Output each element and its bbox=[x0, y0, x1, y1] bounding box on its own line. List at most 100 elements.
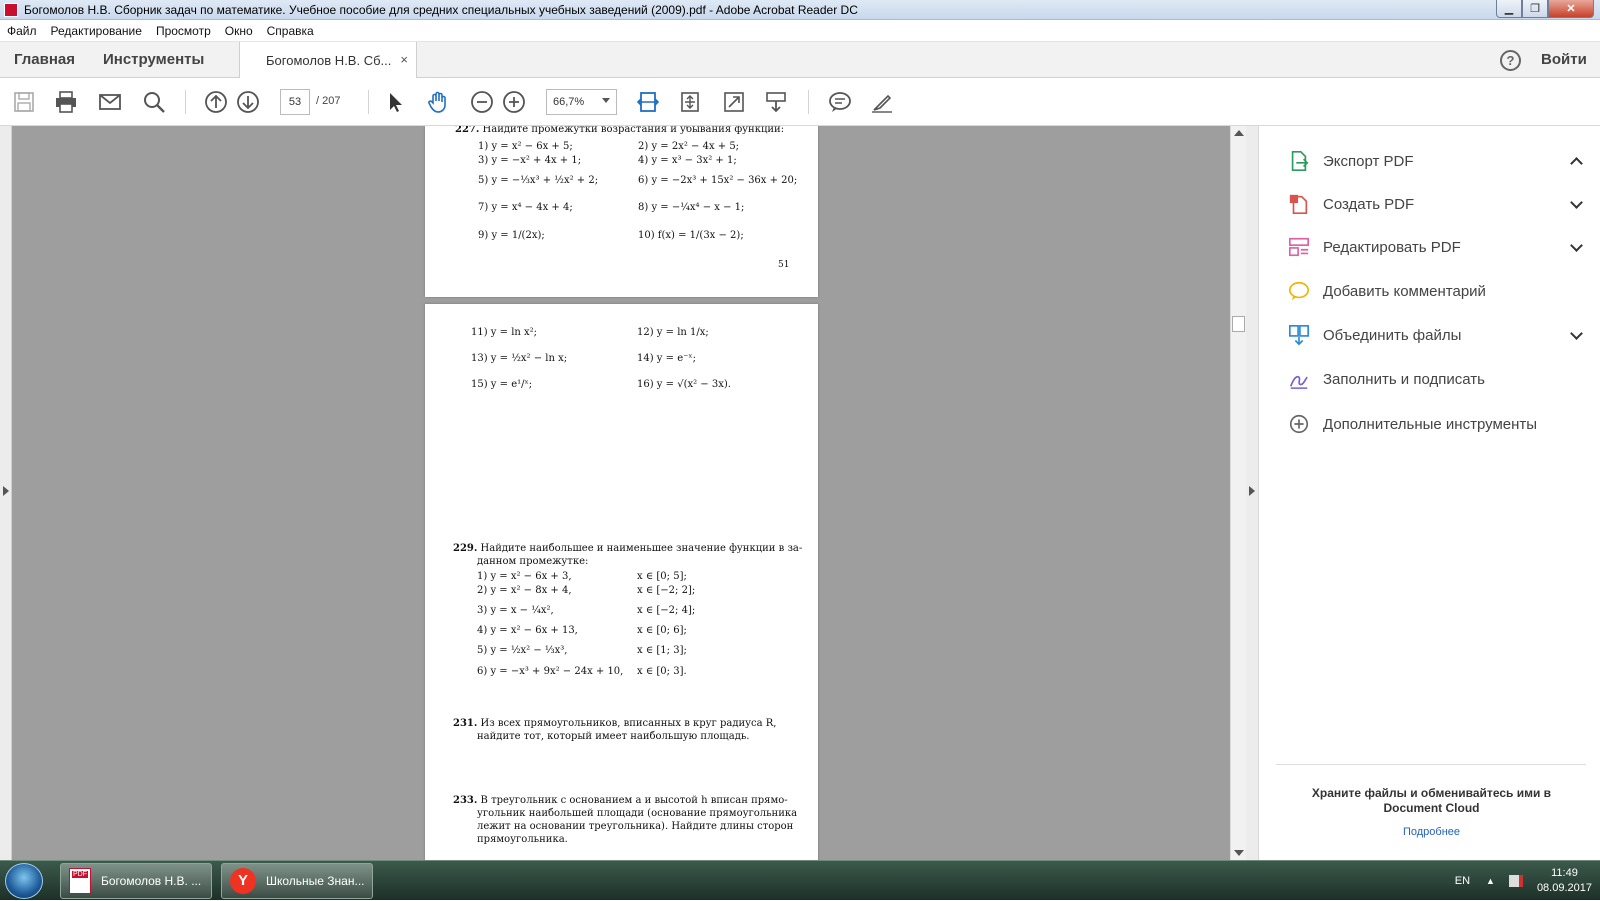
tab-tools[interactable]: Инструменты bbox=[103, 51, 204, 68]
formula-line: 16) y = √(x² − 3x). bbox=[637, 379, 731, 390]
yandex-browser-icon: Y bbox=[230, 868, 256, 894]
expand-arrow-icon bbox=[3, 486, 9, 496]
tool-create-pdf[interactable]: Создать PDF bbox=[1287, 189, 1587, 219]
edit-pdf-icon bbox=[1287, 235, 1311, 259]
menu-file[interactable]: Файл bbox=[0, 24, 44, 38]
chevron-down-icon bbox=[602, 98, 610, 103]
menu-help[interactable]: Справка bbox=[260, 24, 321, 38]
close-tab-icon[interactable]: × bbox=[400, 52, 408, 67]
scroll-down-icon[interactable] bbox=[1234, 850, 1244, 856]
network-icon[interactable] bbox=[1508, 875, 1523, 887]
chevron-down-icon[interactable] bbox=[1570, 327, 1583, 340]
formula-line: 6) y = −2x³ + 15x² − 36x + 20; bbox=[638, 175, 798, 186]
document-view[interactable]: 227. Найдите промежутки возрастания и уб… bbox=[0, 126, 1232, 860]
help-icon[interactable]: ? bbox=[1500, 50, 1521, 71]
chevron-down-icon[interactable] bbox=[1570, 239, 1583, 252]
menu-view[interactable]: Просмотр bbox=[149, 24, 218, 38]
tool-combine-files[interactable]: Объединить файлы bbox=[1287, 320, 1587, 350]
tab-bar: Главная Инструменты Богомолов Н.В. Сб...… bbox=[0, 42, 1600, 79]
prev-page-icon[interactable] bbox=[202, 88, 230, 116]
system-tray: EN ▲ 11:49 08.09.2017 bbox=[1455, 861, 1592, 901]
highlight-pen-icon[interactable] bbox=[868, 88, 896, 116]
windows-taskbar: PDF Богомолов Н.В. ... Y Школьные Знан..… bbox=[0, 860, 1600, 900]
interval-line: x ∈ [−2; 4]; bbox=[637, 605, 696, 616]
create-pdf-icon bbox=[1287, 192, 1311, 216]
left-panel-toggle[interactable] bbox=[0, 126, 12, 860]
scroll-up-icon[interactable] bbox=[1234, 130, 1244, 136]
scroll-mode-icon[interactable] bbox=[762, 88, 790, 116]
chevron-down-icon[interactable] bbox=[1570, 196, 1583, 209]
menu-edit[interactable]: Редактирование bbox=[44, 24, 149, 38]
formula-line: 3) y = −x² + 4x + 1; bbox=[478, 155, 582, 166]
problem-text: Из всех прямоугольников, вписанных в кру… bbox=[480, 718, 777, 729]
hand-tool-icon[interactable] bbox=[424, 88, 452, 116]
tray-expand-icon[interactable]: ▲ bbox=[1486, 876, 1495, 886]
problem-text: прямоугольника. bbox=[477, 834, 568, 845]
tool-label: Создать PDF bbox=[1323, 195, 1415, 213]
tools-pane: Экспорт PDF Создать PDF Редактировать PD… bbox=[1258, 126, 1600, 860]
full-screen-icon[interactable] bbox=[720, 88, 748, 116]
interval-line: x ∈ [0; 6]; bbox=[637, 625, 687, 636]
minimize-button[interactable]: ▁ bbox=[1496, 0, 1522, 18]
fit-page-icon[interactable] bbox=[676, 88, 704, 116]
learn-more-link[interactable]: Подробнее bbox=[1289, 826, 1574, 838]
next-page-icon[interactable] bbox=[234, 88, 262, 116]
taskbar-item-browser[interactable]: Y Школьные Знан... bbox=[221, 863, 373, 899]
toolbar-separator bbox=[368, 90, 369, 114]
formula-line: 5) y = ½x² − ⅓x³, bbox=[477, 645, 568, 656]
tool-more-tools[interactable]: Дополнительные инструменты bbox=[1287, 409, 1587, 439]
tool-label: Заполнить и подписать bbox=[1323, 370, 1485, 388]
scroll-thumb[interactable] bbox=[1232, 316, 1245, 332]
collapse-arrow-icon bbox=[1249, 486, 1255, 496]
formula-line: 13) y = ½x² − ln x; bbox=[471, 353, 568, 364]
toolbar-separator bbox=[808, 90, 809, 114]
problem-text: данном промежутке: bbox=[477, 556, 589, 567]
vertical-scrollbar[interactable] bbox=[1230, 126, 1246, 860]
problem-text: угольник наибольшей площади (основание п… bbox=[477, 808, 798, 819]
maximize-button[interactable]: ❐ bbox=[1522, 0, 1548, 18]
zoom-in-icon[interactable] bbox=[500, 88, 528, 116]
signin-button[interactable]: Войти bbox=[1541, 51, 1587, 68]
formula-line: 2) y = 2x² − 4x + 5; bbox=[638, 141, 740, 152]
tab-document[interactable]: Богомолов Н.В. Сб... × bbox=[239, 42, 417, 79]
chevron-up-icon[interactable] bbox=[1570, 157, 1583, 170]
language-indicator[interactable]: EN bbox=[1455, 875, 1470, 887]
comment-icon[interactable] bbox=[826, 88, 854, 116]
search-icon[interactable] bbox=[140, 88, 168, 116]
formula-line: 4) y = x³ − 3x² + 1; bbox=[638, 155, 737, 166]
print-icon[interactable] bbox=[52, 88, 80, 116]
tool-fill-sign[interactable]: Заполнить и подписать bbox=[1287, 364, 1587, 394]
tab-home[interactable]: Главная bbox=[14, 51, 75, 68]
formula-line: 1) y = x² − 6x + 3, bbox=[477, 571, 572, 582]
select-tool-icon[interactable] bbox=[382, 88, 410, 116]
formula-line: 5) y = −⅓x³ + ½x² + 2; bbox=[478, 175, 599, 186]
formula-line: 10) f(x) = 1/(3x − 2); bbox=[638, 230, 744, 241]
tool-export-pdf[interactable]: Экспорт PDF bbox=[1287, 146, 1587, 176]
tab-document-label: Богомолов Н.В. Сб... bbox=[266, 53, 392, 68]
tool-edit-pdf[interactable]: Редактировать PDF bbox=[1287, 232, 1587, 262]
zoom-select[interactable]: 66,7% bbox=[546, 89, 617, 115]
formula-line: 12) y = ln 1/x; bbox=[637, 327, 709, 338]
more-tools-icon bbox=[1287, 412, 1311, 436]
fit-width-icon[interactable] bbox=[634, 88, 662, 116]
tool-label: Дополнительные инструменты bbox=[1323, 415, 1538, 433]
tool-add-comment[interactable]: Добавить комментарий bbox=[1287, 276, 1587, 306]
formula-line: 7) y = x⁴ − 4x + 4; bbox=[478, 202, 573, 213]
close-window-button[interactable]: ✕ bbox=[1548, 0, 1594, 18]
problem-text: лежит на основании треугольника). Найдит… bbox=[477, 821, 794, 832]
clock[interactable]: 11:49 08.09.2017 bbox=[1537, 866, 1592, 896]
save-icon[interactable] bbox=[10, 88, 38, 116]
taskbar-item-acrobat[interactable]: PDF Богомолов Н.В. ... bbox=[60, 863, 212, 899]
panel-divider bbox=[1276, 764, 1586, 765]
menu-window[interactable]: Окно bbox=[218, 24, 260, 38]
zoom-out-icon[interactable] bbox=[468, 88, 496, 116]
formula-line: 2) y = x² − 8x + 4, bbox=[477, 585, 572, 596]
interval-line: x ∈ [0; 3]. bbox=[637, 666, 687, 677]
toolbar-separator bbox=[185, 90, 186, 114]
formula-line: 15) y = e¹/ˣ; bbox=[471, 379, 533, 390]
email-icon[interactable] bbox=[96, 88, 124, 116]
right-panel-toggle[interactable] bbox=[1246, 126, 1258, 860]
start-button[interactable] bbox=[5, 863, 43, 899]
problem-text: Найдите промежутки возрастания и убывани… bbox=[482, 126, 785, 135]
page-number-input[interactable]: 53 bbox=[280, 89, 310, 115]
